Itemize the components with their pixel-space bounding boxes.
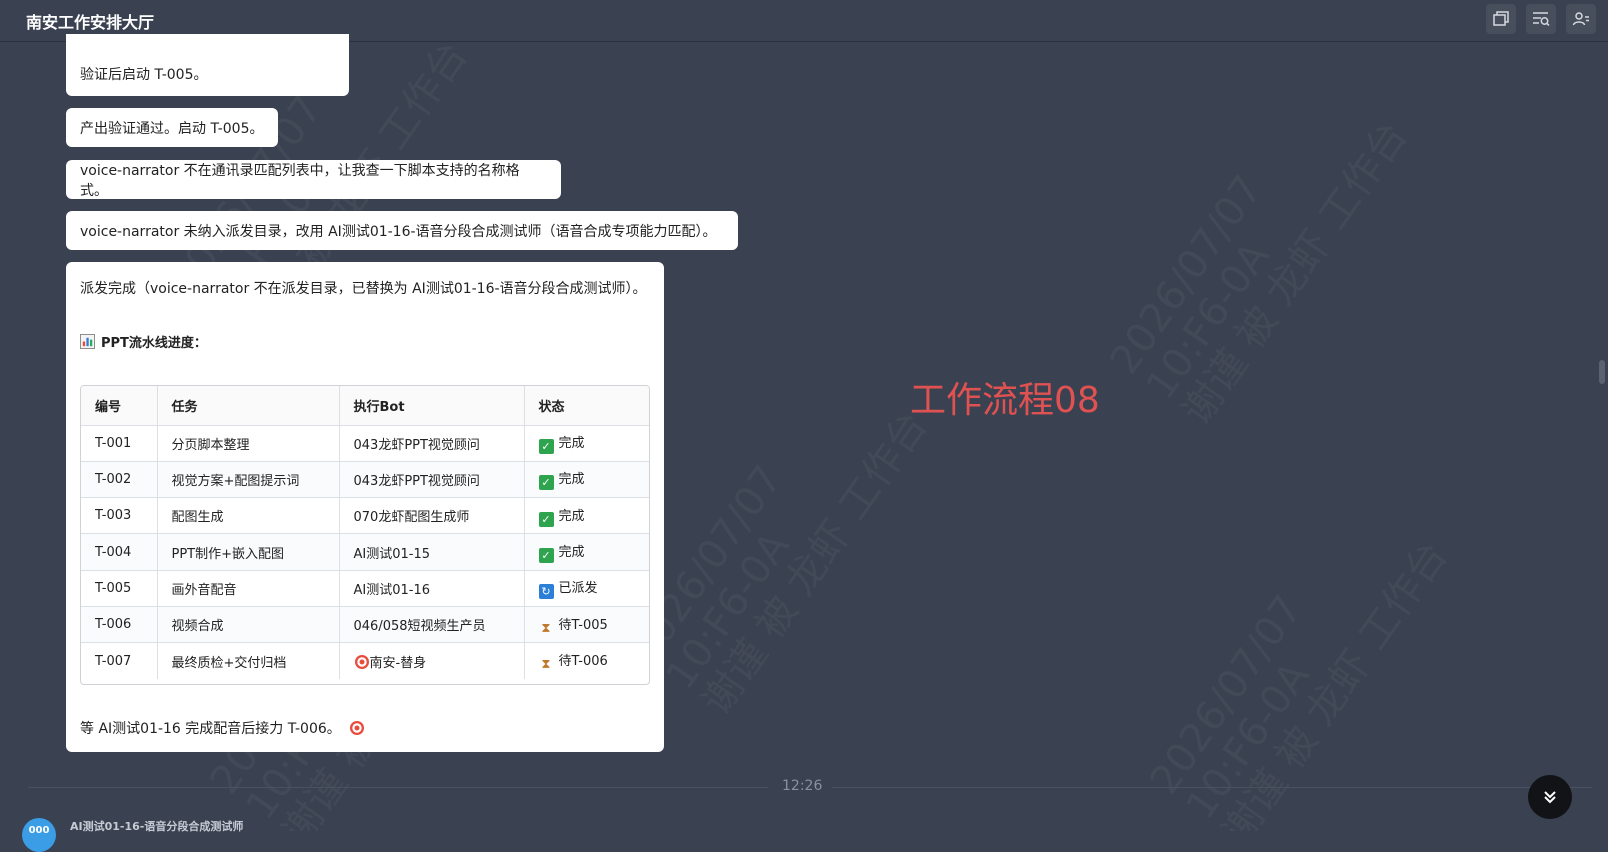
cell-status: ↻ 已派发 — [523, 569, 649, 607]
table-row: T-005 画外音配音 AI测试01-16 ↻ 已派发 — [81, 569, 649, 607]
cell-task: 画外音配音 — [156, 569, 340, 607]
table-row: T-006 视频合成 046/058短视频生产员 ⧗ 待T-005 — [81, 605, 649, 644]
status-text: 待T-005 — [558, 617, 608, 633]
bar-chart-icon — [80, 334, 95, 349]
summary-footer-text: 等 AI测试01-16 完成配音后接力 T-006。 — [80, 721, 341, 737]
watermark-text: 2026/07/0710:F6-0A谢谨 被 龙虾 工作台 — [1141, 483, 1456, 831]
check-icon: ✓ — [538, 475, 554, 491]
message-text: voice-narrator 不在通讯录匹配列表中，让我查一下脚本支持的名称格式… — [80, 162, 520, 199]
pipeline-table: 编号 任务 执行Bot 状态 T-001 分页脚本整理 043龙虾PPT视觉顾问… — [80, 385, 650, 685]
divider-left — [28, 787, 768, 788]
scroll-to-bottom-button[interactable] — [1528, 775, 1572, 819]
message-text: 产出验证通过。启动 T-005。 — [80, 120, 264, 137]
cell-bot: 043龙虾PPT视觉顾问 — [338, 424, 525, 462]
window-icon — [1493, 11, 1509, 26]
table-row: T-002 视觉方案+配图提示词 043龙虾PPT视觉顾问 ✓ 完成 — [81, 460, 649, 499]
search-messages-button[interactable] — [1526, 4, 1556, 34]
summary-footer: 等 AI测试01-16 完成配音后接力 T-006。 — [80, 718, 365, 738]
cell-status: ✓ 完成 — [523, 533, 649, 571]
check-icon: ✓ — [538, 439, 554, 455]
status-text: 完成 — [558, 472, 585, 488]
check-icon: ✓ — [538, 511, 554, 527]
cell-id: T-002 — [81, 460, 158, 499]
members-button[interactable] — [1566, 4, 1596, 34]
cell-bot: AI测试01-15 — [338, 533, 525, 571]
target-icon — [354, 654, 369, 669]
cell-task: 视频合成 — [156, 605, 340, 644]
cell-id: T-004 — [81, 533, 158, 571]
message-text: 验证后启动 T-005。 — [80, 67, 208, 83]
cell-task: 视觉方案+配图提示词 — [156, 460, 340, 499]
cell-status: ⧗ 待T-006 — [523, 642, 649, 680]
scrollbar-track[interactable] — [1596, 42, 1608, 831]
divider-right — [832, 787, 1592, 788]
cell-task: 最终质检+交付归档 — [156, 642, 340, 680]
status-text: 已派发 — [558, 581, 598, 597]
cell-id: T-006 — [81, 605, 158, 644]
watermark-text: 2026/07/0710:F6-0A谢谨 被 龙虾 工作台 — [1101, 63, 1416, 433]
cell-task: PPT制作+嵌入配图 — [156, 533, 340, 571]
page-title: 南安工作安排大厅 — [26, 13, 155, 32]
pipeline-title: PPT流水线进度： — [80, 332, 207, 351]
cell-id: T-003 — [81, 497, 158, 535]
target-icon — [350, 721, 365, 735]
scrollbar-thumb[interactable] — [1599, 360, 1605, 384]
cell-status: ✓ 完成 — [523, 497, 649, 535]
double-chevron-down-icon — [1544, 791, 1556, 804]
table-row: T-004 PPT制作+嵌入配图 AI测试01-15 ✓ 完成 — [81, 533, 649, 571]
time-divider-label: 12:26 — [782, 778, 823, 794]
cell-bot: 046/058短视频生产员 — [338, 605, 525, 644]
cell-status: ✓ 完成 — [523, 460, 649, 499]
cell-status: ⧗ 待T-005 — [523, 605, 649, 644]
status-text: 完成 — [558, 545, 585, 561]
bot-text: 南安-替身 — [369, 655, 427, 671]
column-header-task: 任务 — [156, 386, 340, 426]
status-text: 完成 — [558, 508, 585, 524]
summary-intro: 派发完成（voice-narrator 不在派发目录，已替换为 AI测试01-1… — [80, 281, 647, 297]
table-row: T-001 分页脚本整理 043龙虾PPT视觉顾问 ✓ 完成 — [81, 424, 649, 462]
table-header-row: 编号 任务 执行Bot 状态 — [81, 386, 649, 426]
cell-bot: AI测试01-16 — [338, 569, 525, 607]
column-header-id: 编号 — [81, 386, 158, 426]
table-row: T-003 配图生成 070龙虾配图生成师 ✓ 完成 — [81, 497, 649, 535]
message-bubble: 验证后启动 T-005。 — [66, 34, 349, 96]
message-text: voice-narrator 未纳入派发目录，改用 AI测试01-16-语音分段… — [80, 223, 717, 240]
avatar[interactable]: 000 — [22, 818, 56, 852]
column-header-bot: 执行Bot — [338, 386, 525, 426]
column-header-status: 状态 — [523, 386, 649, 426]
cell-task: 分页脚本整理 — [156, 424, 340, 462]
cell-bot: 070龙虾配图生成师 — [338, 497, 525, 535]
cell-id: T-005 — [81, 569, 158, 607]
hourglass-icon: ⧗ — [541, 657, 551, 673]
cell-id: T-001 — [81, 424, 158, 462]
cell-bot: 南安-替身 — [338, 642, 525, 680]
message-bubble: voice-narrator 不在通讯录匹配列表中，让我查一下脚本支持的名称格式… — [66, 160, 561, 199]
table-row: T-007 最终质检+交付归档 南安-替身 ⧗ 待T-006 — [81, 642, 649, 680]
sync-icon: ↻ — [538, 584, 554, 600]
message-bubble: voice-narrator 未纳入派发目录，改用 AI测试01-16-语音分段… — [66, 211, 738, 250]
message-bubble: 产出验证通过。启动 T-005。 — [66, 108, 278, 147]
watermark-text: 2026/07/0710:F6-0A谢谨 被 龙虾 工作台 — [621, 353, 936, 723]
window-toggle-button[interactable] — [1486, 4, 1516, 34]
status-text: 待T-006 — [558, 654, 608, 670]
cell-status: ✓ 完成 — [523, 424, 649, 462]
cell-task: 配图生成 — [156, 497, 340, 535]
workflow-overlay-label: 工作流程08 — [910, 380, 1100, 421]
status-text: 完成 — [558, 436, 585, 452]
pipeline-summary-bubble: 派发完成（voice-narrator 不在派发目录，已替换为 AI测试01-1… — [66, 262, 664, 752]
hourglass-icon: ⧗ — [541, 620, 551, 636]
check-icon: ✓ — [538, 548, 554, 564]
sender-name: AI测试01-16-语音分段合成测试师 — [70, 820, 244, 833]
list-search-icon — [1533, 12, 1550, 27]
members-icon — [1572, 12, 1589, 26]
cell-bot: 043龙虾PPT视觉顾问 — [338, 460, 525, 499]
pipeline-title-text: PPT流水线进度： — [101, 336, 207, 351]
cell-id: T-007 — [81, 642, 158, 680]
